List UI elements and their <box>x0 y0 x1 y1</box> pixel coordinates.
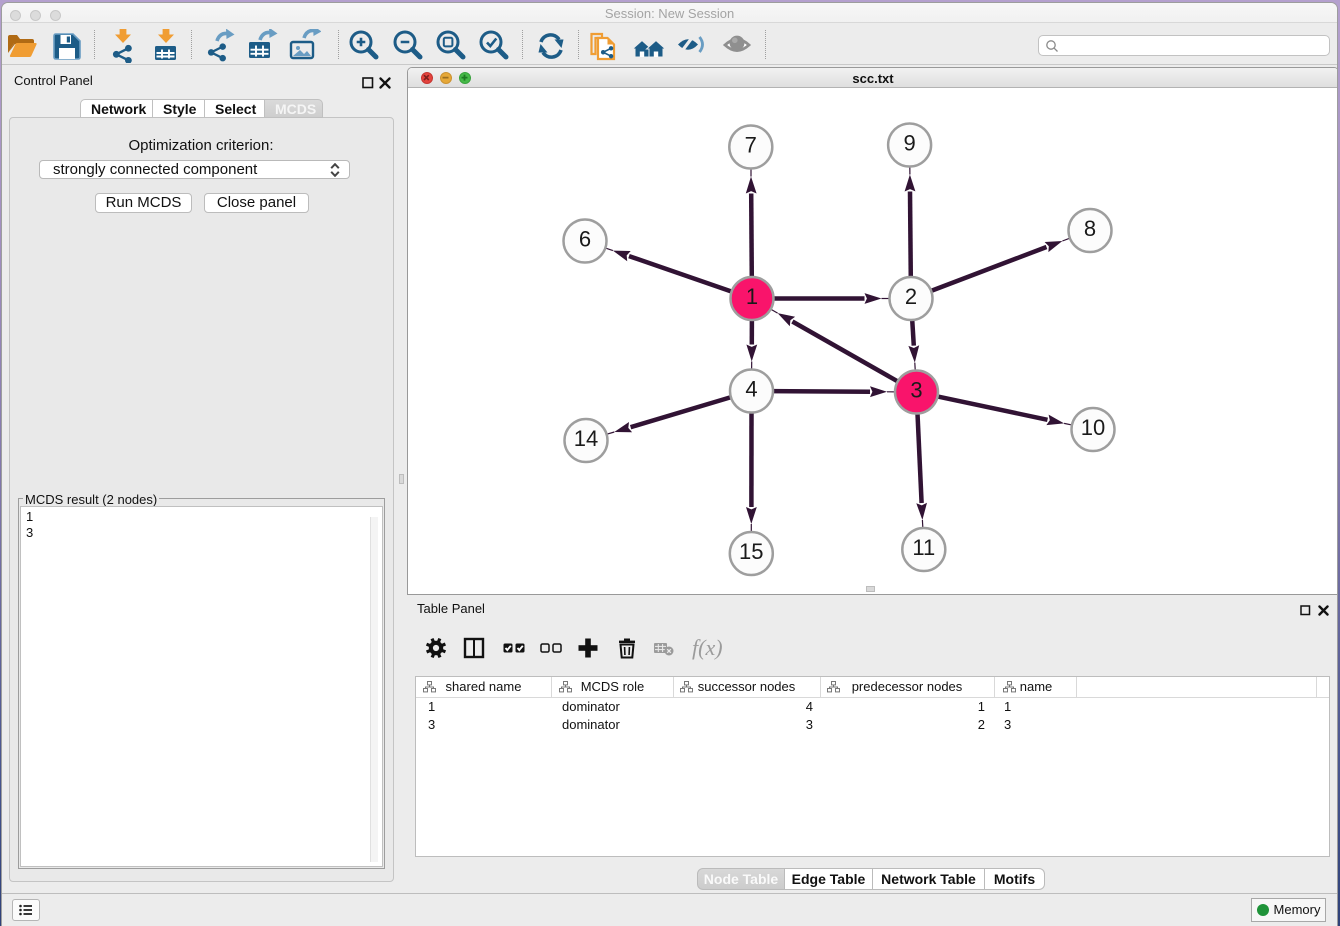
svg-text:8: 8 <box>1084 216 1096 241</box>
svg-text:6: 6 <box>579 227 591 252</box>
svg-text:1: 1 <box>746 284 758 309</box>
svg-text:7: 7 <box>745 133 757 158</box>
svg-text:9: 9 <box>903 131 915 156</box>
svg-text:11: 11 <box>912 535 935 560</box>
svg-text:4: 4 <box>745 377 757 402</box>
svg-text:15: 15 <box>739 539 763 564</box>
svg-text:14: 14 <box>574 426 598 451</box>
svg-text:3: 3 <box>910 378 922 403</box>
svg-text:10: 10 <box>1081 415 1105 440</box>
svg-text:2: 2 <box>905 284 917 309</box>
